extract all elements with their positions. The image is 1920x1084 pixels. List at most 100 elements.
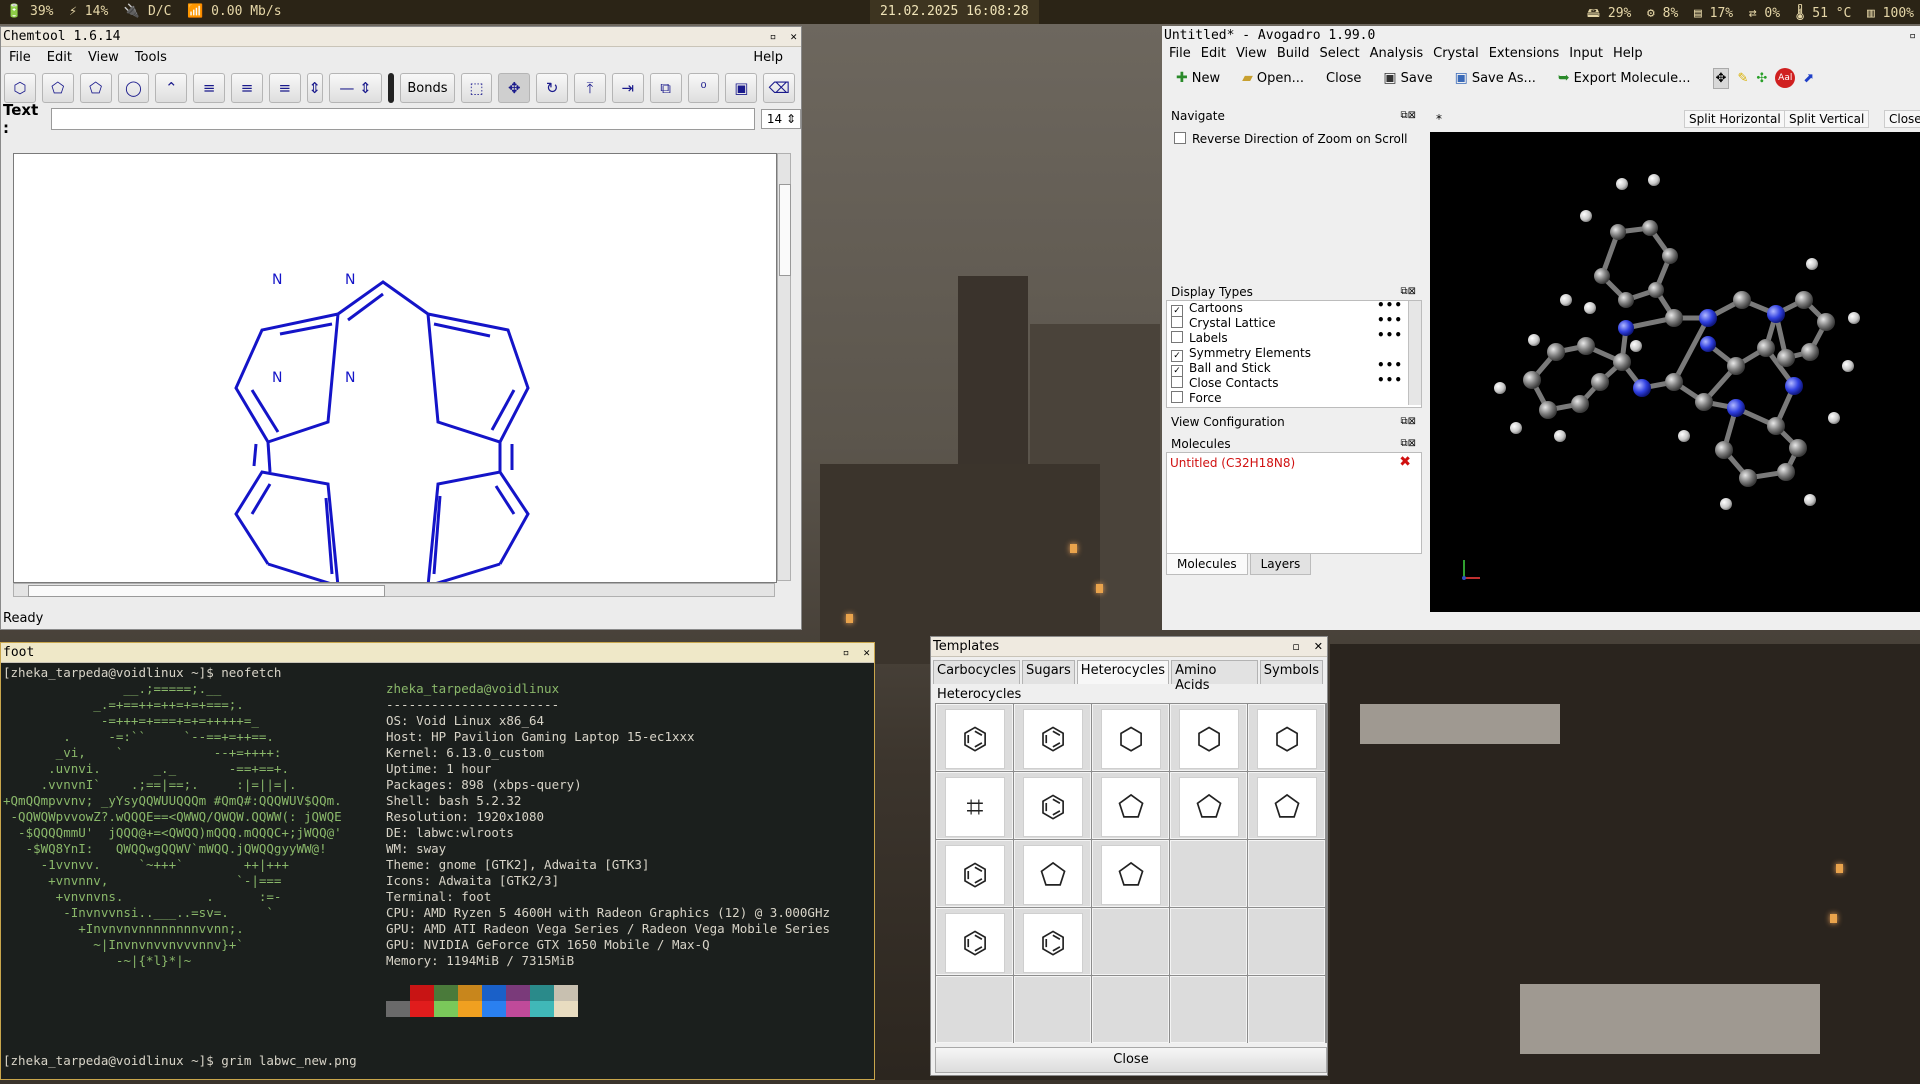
clock[interactable]: 21.02.2025 16:08:28: [870, 0, 1039, 24]
menu-tools[interactable]: Tools: [135, 50, 167, 65]
maximize-icon[interactable]: ▫: [1292, 640, 1299, 653]
tab-layers[interactable]: Layers: [1249, 554, 1312, 575]
menu-select[interactable]: Select: [1319, 46, 1359, 61]
settings-dots[interactable]: •••: [1377, 301, 1403, 313]
template-cell[interactable]: ⬠: [1248, 772, 1325, 839]
menu-file[interactable]: File: [1169, 46, 1191, 61]
dock-buttons-icon[interactable]: ⧉⊠: [1400, 108, 1416, 124]
remove-molecule-icon[interactable]: ✖: [1399, 454, 1411, 470]
flip-vertical-icon[interactable]: ⤒: [574, 73, 606, 103]
tab-sugars[interactable]: Sugars: [1021, 660, 1075, 684]
reverse-zoom-checkbox[interactable]: Reverse Direction of Zoom on Scroll: [1174, 132, 1408, 146]
move-icon[interactable]: ✥: [498, 73, 531, 103]
tab-heterocycles[interactable]: Heterocycles: [1076, 660, 1170, 684]
template-cell[interactable]: ⬠: [1092, 772, 1169, 839]
align-center-icon[interactable]: ≡: [231, 73, 263, 103]
ellipse-icon[interactable]: ◯: [117, 73, 150, 103]
pentagon-icon[interactable]: ⬠: [79, 73, 112, 103]
template-cell[interactable]: ⌬: [936, 908, 1013, 975]
bond-style-select[interactable]: — ⇕: [328, 73, 383, 103]
close-button[interactable]: Close: [935, 1047, 1327, 1073]
display-types-scrollbar[interactable]: [1408, 301, 1421, 405]
split-horizontal-button[interactable]: Split Horizontal: [1684, 110, 1786, 128]
text-input[interactable]: [51, 108, 756, 130]
template-cell[interactable]: ⬠: [1170, 772, 1247, 839]
scale-icon[interactable]: ⁰: [687, 73, 720, 103]
pentagon-arrow-icon[interactable]: ⬠: [41, 73, 74, 103]
maximize-icon[interactable]: ▫: [843, 646, 850, 659]
split-close-button[interactable]: Close: [1884, 110, 1920, 128]
select-tool-icon[interactable]: ⬈: [1803, 71, 1814, 86]
save-as-button[interactable]: ▣ Save As...: [1455, 70, 1536, 86]
settings-dots[interactable]: •••: [1377, 328, 1403, 343]
template-cell[interactable]: ⬠: [1014, 840, 1091, 907]
maximize-icon[interactable]: ▫: [770, 30, 777, 43]
bonds-button[interactable]: Bonds: [400, 73, 455, 103]
checkbox-icon[interactable]: [1171, 376, 1183, 388]
menu-help[interactable]: Help: [1613, 46, 1643, 61]
checkbox-icon[interactable]: [1171, 316, 1183, 328]
draw-tool-icon[interactable]: ✎: [1737, 71, 1748, 86]
dock-buttons-icon[interactable]: ⧉⊠: [1400, 284, 1416, 300]
checkbox-icon[interactable]: [1171, 331, 1183, 343]
checkbox-icon[interactable]: [1171, 391, 1183, 403]
terminal-output[interactable]: [zheka_tarpeda@voidlinux ~]$ neofetch __…: [3, 665, 873, 1079]
close-button[interactable]: Close: [1326, 71, 1361, 86]
menu-extensions[interactable]: Extensions: [1489, 46, 1560, 61]
template-cell[interactable]: ⌬: [1014, 772, 1091, 839]
select-box-icon[interactable]: ⬚: [460, 73, 493, 103]
open-button[interactable]: ▰ Open...: [1242, 70, 1304, 86]
templates-titlebar[interactable]: Templates ▫ ✕: [931, 637, 1327, 657]
template-cell[interactable]: ⬡: [1092, 704, 1169, 771]
settings-dots[interactable]: •••: [1377, 373, 1403, 388]
molecule-entry[interactable]: Untitled (C32H18N8): [1170, 456, 1295, 470]
tab-molecules[interactable]: Molecules: [1166, 554, 1248, 575]
template-cell[interactable]: ⬡: [1170, 704, 1247, 771]
close-icon[interactable]: ✕: [863, 646, 870, 659]
font-size-spinner[interactable]: 14 ⇕: [761, 109, 801, 129]
menu-edit[interactable]: Edit: [1201, 46, 1226, 61]
menu-input[interactable]: Input: [1569, 46, 1603, 61]
drawing-canvas[interactable]: N N N N: [13, 153, 777, 608]
label-tool-icon[interactable]: Aal: [1775, 68, 1796, 88]
menu-edit[interactable]: Edit: [47, 50, 72, 65]
tab-amino-acids[interactable]: Amino Acids: [1171, 660, 1258, 693]
template-cell[interactable]: ⌬: [936, 704, 1013, 771]
menu-crystal[interactable]: Crystal: [1433, 46, 1479, 61]
display-type-row[interactable]: Close Contacts •••: [1167, 373, 1421, 391]
chain-icon[interactable]: ⌃: [155, 73, 188, 103]
avogadro-titlebar[interactable]: Untitled* - Avogadro 1.99.0 ▫: [1162, 26, 1920, 45]
copy-icon[interactable]: ⧉: [649, 73, 682, 103]
template-cell[interactable]: ⬠: [1092, 840, 1169, 907]
settings-dots[interactable]: •••: [1377, 313, 1403, 328]
manipulate-tool-icon[interactable]: ✣: [1756, 71, 1767, 86]
settings-dots[interactable]: •••: [1377, 358, 1403, 373]
menu-build[interactable]: Build: [1277, 46, 1310, 61]
display-type-row[interactable]: Force: [1167, 391, 1421, 406]
save-button[interactable]: ▣ Save: [1383, 70, 1432, 86]
split-vertical-button[interactable]: Split Vertical: [1784, 110, 1870, 128]
menu-view[interactable]: View: [1236, 46, 1267, 61]
horizontal-scrollbar[interactable]: [13, 583, 775, 597]
align-right-icon[interactable]: ≡: [268, 73, 301, 103]
rotate-icon[interactable]: ↻: [536, 73, 569, 103]
view-configuration-header[interactable]: View Configuration ⧉⊠: [1166, 414, 1422, 430]
template-cell[interactable]: ⬡: [1248, 704, 1325, 771]
align-left-icon[interactable]: ≡: [193, 73, 226, 103]
tab-symbols[interactable]: Symbols: [1259, 660, 1323, 684]
chemtool-titlebar[interactable]: Chemtool 1.6.14 ▫ ✕: [1, 27, 801, 47]
flip-horizontal-icon[interactable]: ⇥: [611, 73, 644, 103]
menu-help[interactable]: Help: [753, 47, 783, 69]
template-cell[interactable]: ⌬: [1014, 704, 1091, 771]
hexagon-icon[interactable]: ⬡: [4, 73, 36, 103]
close-icon[interactable]: ✕: [1314, 640, 1323, 653]
navigate-tool-icon[interactable]: ✥: [1712, 67, 1730, 89]
erase-icon[interactable]: ⌫: [763, 73, 796, 103]
export-button[interactable]: ➥ Export Molecule...: [1558, 70, 1691, 86]
dock-buttons-icon[interactable]: ⧉⊠: [1400, 436, 1416, 452]
maximize-icon[interactable]: ▫: [1909, 29, 1916, 42]
vertical-scrollbar[interactable]: [777, 153, 791, 581]
new-button[interactable]: ✚ New: [1176, 70, 1220, 86]
menu-analysis[interactable]: Analysis: [1370, 46, 1424, 61]
molecule-3d-view[interactable]: [1430, 132, 1920, 612]
